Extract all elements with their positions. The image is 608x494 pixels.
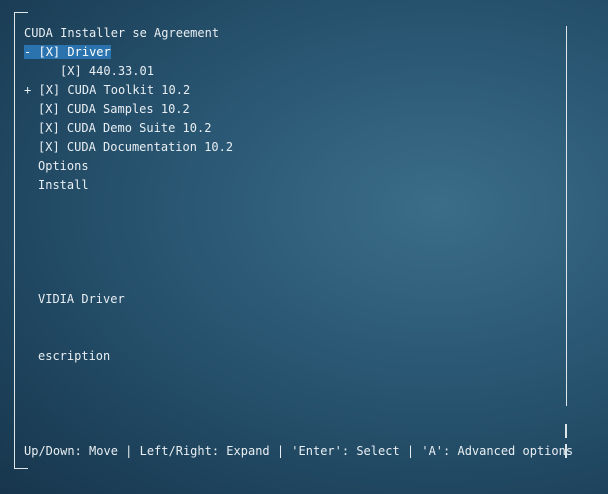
bottom-left-corner: [14, 468, 28, 469]
install-menu-item[interactable]: Install: [38, 177, 89, 193]
driver-version-label: 440.33.01: [88, 64, 154, 78]
info-title: VIDIA Driver: [38, 292, 125, 306]
component-cuda-demo-suite[interactable]: [X] CUDA Demo Suite 10.2: [38, 120, 211, 136]
driver-selected-row[interactable]: - [X] Driver: [24, 45, 111, 59]
top-left-corner: [14, 12, 28, 13]
toolkit-label: CUDA Toolkit 10.2: [67, 83, 191, 97]
component-cuda-documentation[interactable]: [X] CUDA Documentation 10.2: [38, 139, 233, 155]
expand-toggle[interactable]: +: [24, 83, 31, 97]
driver-checkbox[interactable]: [X]: [38, 45, 60, 59]
component-cuda-samples[interactable]: [X] CUDA Samples 10.2: [38, 101, 190, 117]
documentation-label: CUDA Documentation 10.2: [66, 140, 234, 154]
component-cuda-toolkit[interactable]: + [X] CUDA Toolkit 10.2: [24, 82, 190, 98]
toolkit-checkbox[interactable]: [X]: [38, 83, 60, 97]
right-border: [566, 26, 567, 406]
expand-toggle[interactable]: -: [24, 45, 31, 59]
installer-title: CUDA Installer se Agreement: [24, 26, 220, 40]
options-menu-item[interactable]: Options: [38, 158, 89, 174]
samples-label: CUDA Samples 10.2: [66, 102, 190, 116]
component-driver-version[interactable]: [X] 440.33.01: [60, 63, 154, 79]
help-bar: Up/Down: Move | Left/Right: Expand | 'En…: [24, 444, 574, 458]
demo-suite-label: CUDA Demo Suite 10.2: [66, 121, 212, 135]
driver-version-checkbox[interactable]: [X]: [60, 64, 82, 78]
left-border: [14, 12, 15, 468]
terminal-window: CUDA Installer se Agreement - [X] Driver…: [0, 0, 608, 494]
demo-suite-checkbox[interactable]: [X]: [38, 121, 60, 135]
documentation-checkbox[interactable]: [X]: [38, 140, 60, 154]
samples-checkbox[interactable]: [X]: [38, 102, 60, 116]
component-driver[interactable]: - [X] Driver: [24, 44, 111, 60]
info-description: escription: [38, 349, 111, 363]
right-border-tick: [565, 424, 567, 438]
driver-label: Driver: [67, 45, 111, 59]
